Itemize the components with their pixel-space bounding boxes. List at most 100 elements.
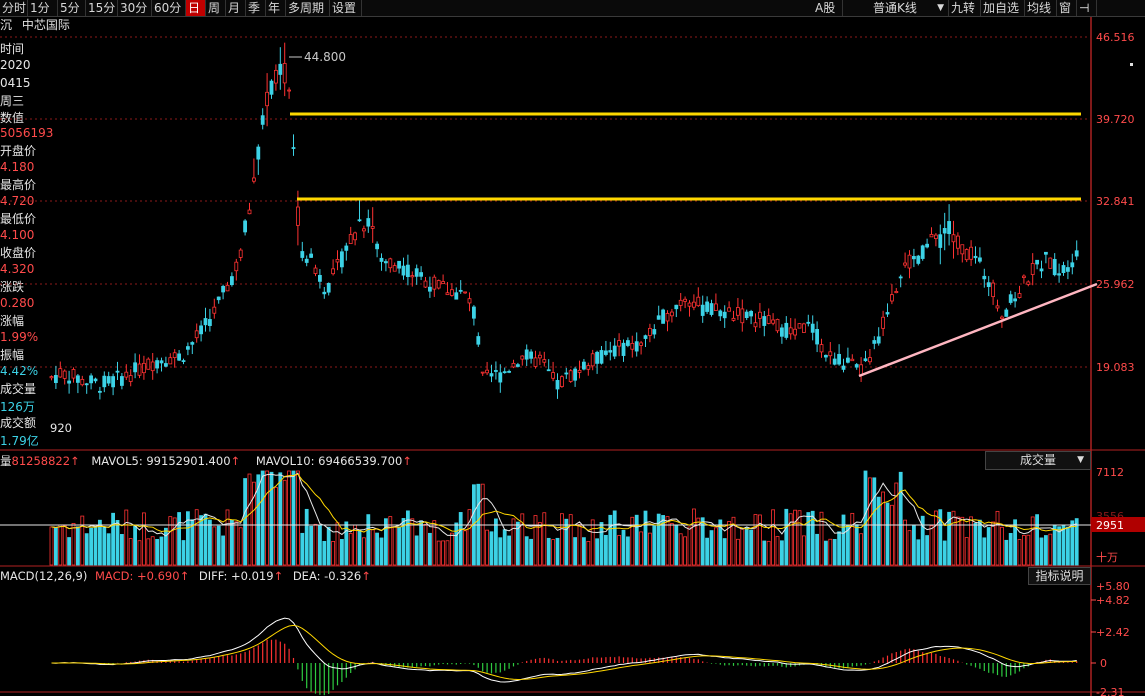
volume-bar (181, 540, 186, 566)
volume-bar (331, 541, 336, 566)
candle-body (934, 234, 938, 239)
volume-bar (586, 540, 591, 566)
candle-body (168, 357, 173, 365)
candle-body (920, 245, 925, 259)
candle-body (692, 301, 696, 308)
candle-body (925, 243, 929, 248)
candle-body (115, 370, 120, 373)
volume-bar (542, 512, 547, 566)
candle-body (76, 375, 80, 383)
volume-bar (111, 512, 115, 566)
candle-body (128, 375, 133, 382)
candle-body (718, 310, 723, 317)
candle-body (282, 63, 287, 84)
candle-body (665, 313, 670, 322)
volume-bar (361, 537, 366, 566)
candle-body (80, 379, 85, 386)
kline-chart[interactable]: 46.516 39.720 32.841 25.962 19.083 44.80… (0, 0, 1145, 696)
candle-body (502, 371, 507, 374)
candle-body (612, 345, 617, 357)
volume-bar (449, 532, 454, 566)
candle-body (617, 340, 621, 347)
volume-bar (951, 510, 956, 566)
volume-bar (824, 540, 828, 566)
volume-bar (815, 533, 819, 566)
volume-bar (656, 513, 661, 566)
candle-body (727, 307, 731, 312)
volume-bar (287, 470, 292, 566)
volume-bar (709, 530, 714, 566)
candle-body (1017, 293, 1022, 298)
candle-body (357, 219, 362, 222)
candle-body (1039, 268, 1044, 272)
volume-bar (388, 516, 393, 566)
volume-bar (1070, 520, 1075, 566)
candle-body (234, 261, 239, 272)
volume-bar (969, 516, 973, 566)
volume-bar (551, 539, 555, 566)
candle-body (353, 232, 358, 241)
candle-body (67, 380, 71, 384)
candle-body (155, 360, 160, 369)
candle-body (626, 340, 630, 346)
candle-body (854, 364, 859, 368)
candle-body (331, 268, 336, 275)
volume-bar (529, 538, 533, 566)
volume-bar (912, 525, 916, 566)
volume-bar (445, 540, 450, 566)
volume-bar (225, 509, 230, 566)
volume-bar (683, 536, 687, 566)
volume-bar (639, 531, 643, 566)
candle-body (876, 336, 881, 344)
volume-bar (1048, 533, 1053, 566)
candle-body (586, 365, 591, 370)
volume-bar (828, 538, 833, 566)
mavol5-label: MAVOL5: 99152901.400 (91, 454, 231, 468)
peak-label: 44.800 (304, 50, 346, 64)
candle-body (696, 296, 701, 307)
candle-body (951, 234, 956, 243)
volume-bar (538, 522, 542, 566)
mavol5-arrow-icon: ↑ (230, 454, 241, 468)
volume-bar (282, 479, 287, 566)
candle-body (1004, 309, 1009, 317)
candle-body (269, 80, 274, 95)
candle-body (806, 321, 811, 324)
volume-bar (916, 539, 921, 566)
indicator-help-button[interactable]: 指标说明 (1028, 567, 1091, 585)
candle-body (445, 292, 450, 296)
volume-bar (885, 502, 890, 566)
diff-value: DIFF: +0.019 (198, 569, 274, 583)
volume-bar (626, 536, 630, 566)
volume-bar (326, 526, 331, 566)
indicator-dropdown[interactable]: 成交量 ▼ (985, 451, 1091, 470)
volume-bar (1052, 524, 1057, 566)
volume-bar (766, 540, 771, 566)
volume-bar (278, 472, 283, 566)
volume-bar (608, 514, 613, 566)
volume-bar (762, 540, 767, 566)
candle-body (177, 353, 182, 361)
volume-bar (564, 518, 569, 566)
volume-bar (1026, 534, 1031, 566)
dea-value: DEA: -0.326 (292, 569, 362, 583)
candle-body (674, 304, 679, 310)
candle-body (793, 328, 797, 336)
volume-bar (524, 536, 529, 566)
volume-bar (265, 470, 270, 566)
candle-body (260, 115, 265, 125)
volume-bar (335, 522, 340, 566)
price-tick-3: 32.841 (1096, 195, 1135, 208)
macd-histogram (55, 639, 1078, 696)
volume-bar (573, 537, 577, 566)
candle-body (159, 360, 164, 364)
candle-body (582, 361, 586, 370)
volume-bar (313, 523, 318, 566)
candle-body (881, 316, 885, 329)
support-trend-line[interactable] (858, 282, 1098, 378)
candle-body (98, 390, 102, 393)
candle-body (1061, 265, 1066, 274)
volume-bar (758, 514, 762, 566)
candle-body (916, 255, 921, 264)
volume-bar (89, 527, 93, 566)
